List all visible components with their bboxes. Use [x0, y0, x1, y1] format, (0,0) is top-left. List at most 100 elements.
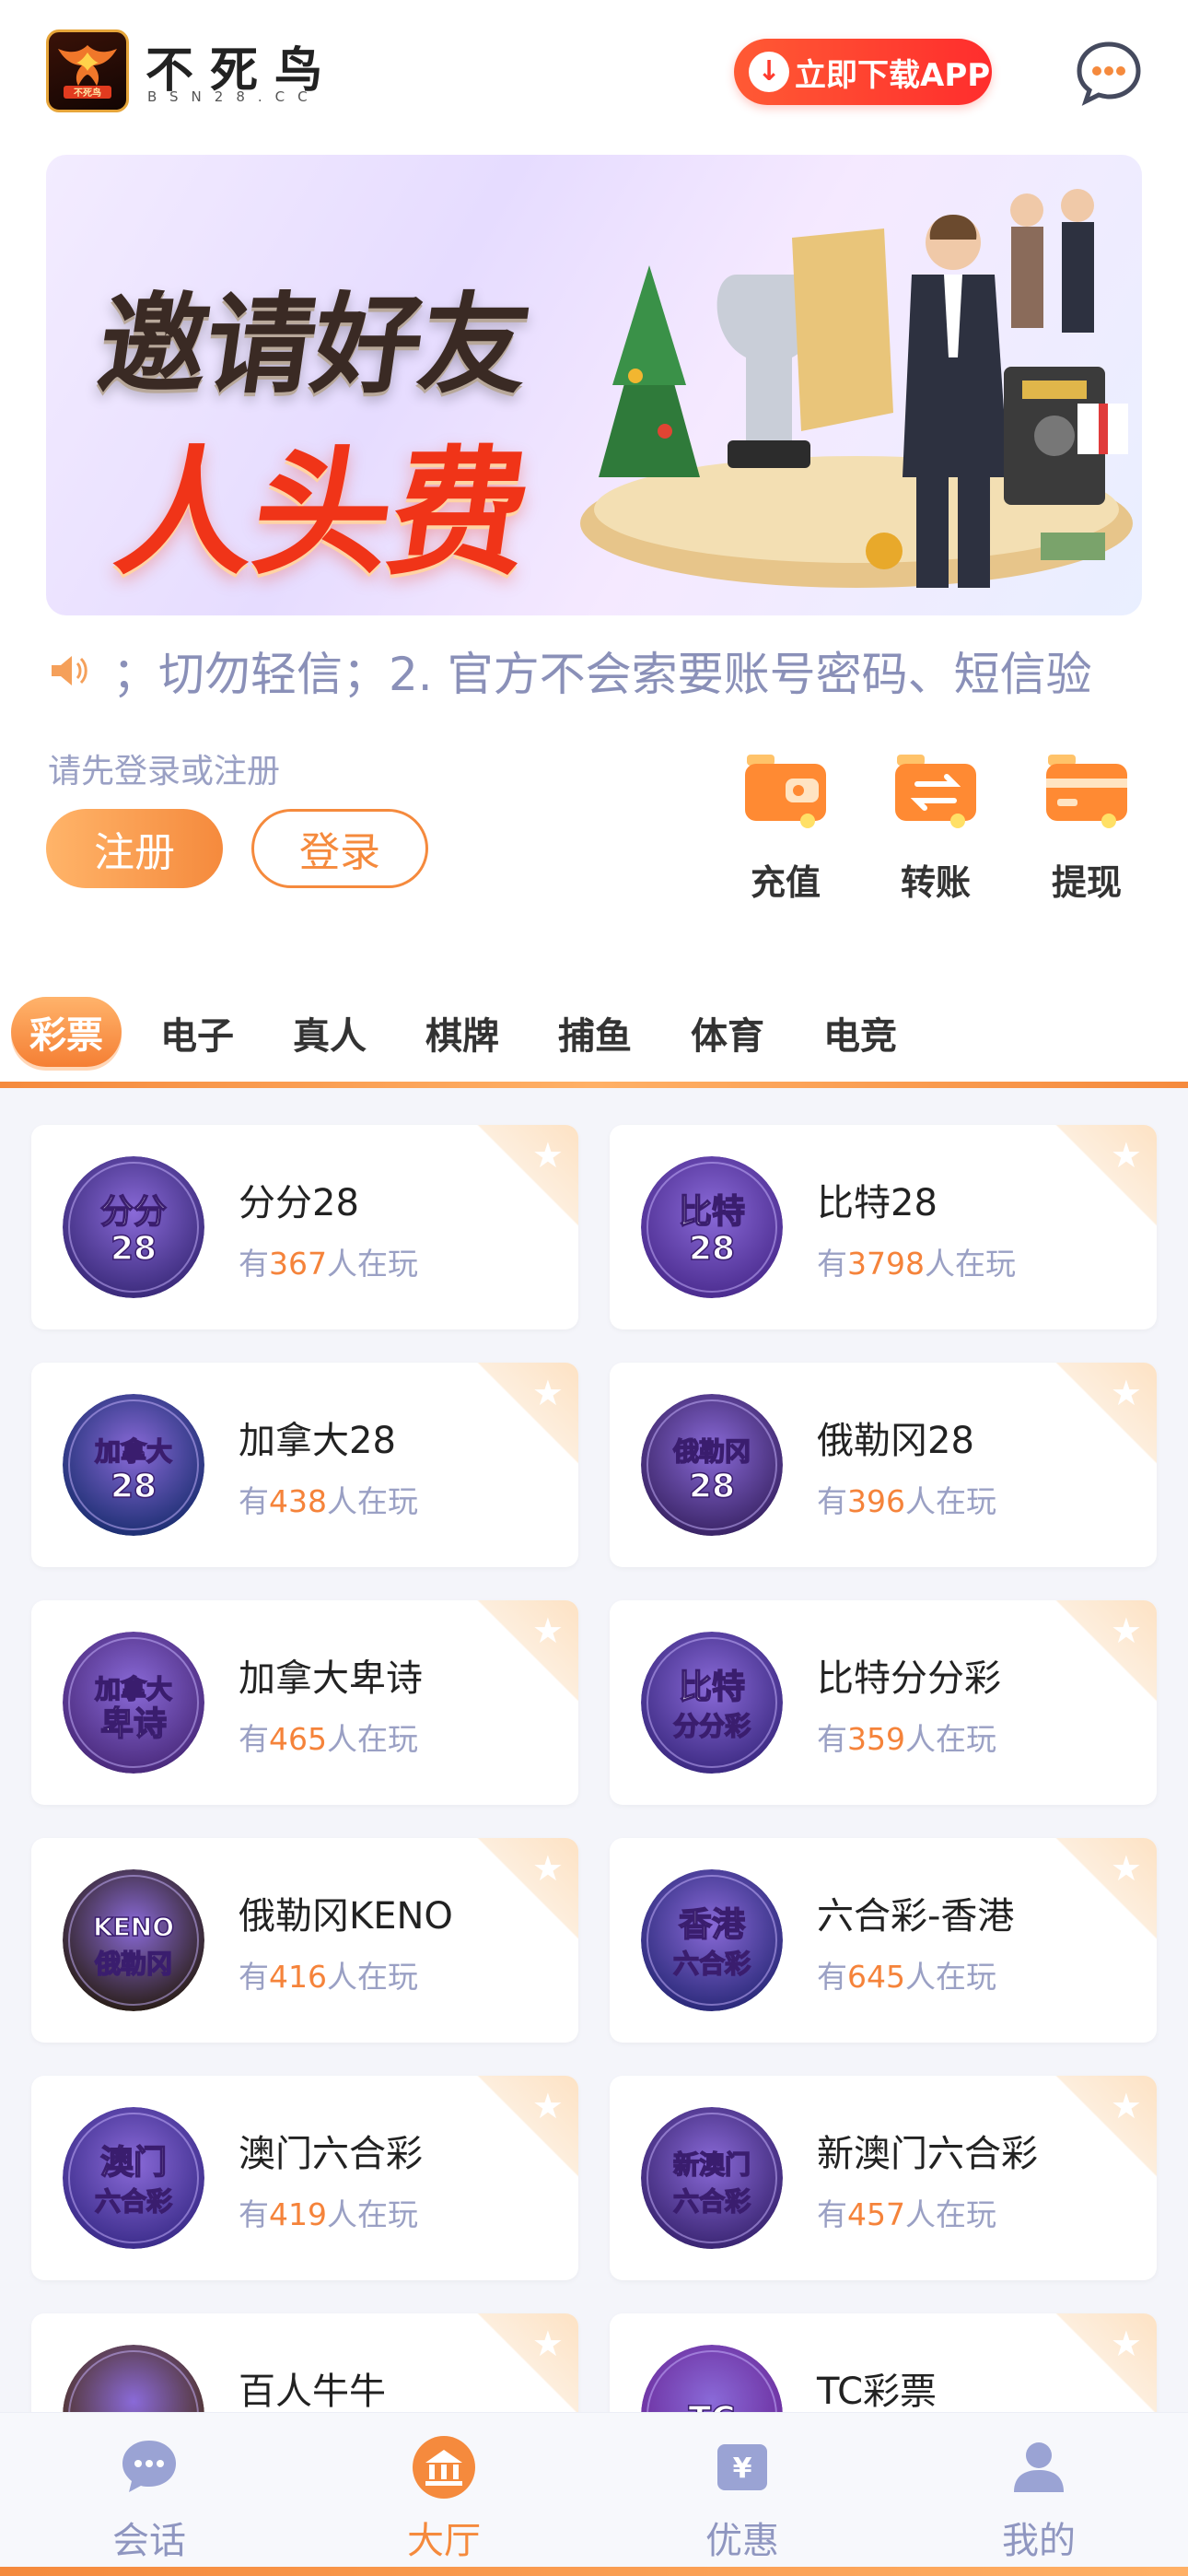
- game-name: 百人牛牛: [239, 2371, 386, 2413]
- game-icon: 加拿大 28: [63, 1394, 204, 1536]
- svg-text:28: 28: [111, 1468, 157, 1505]
- quick-action-deposit[interactable]: 充值: [735, 751, 836, 905]
- player-count-suffix: 人在玩: [327, 2196, 418, 2232]
- svg-text:加拿大: 加拿大: [95, 1674, 172, 1704]
- favorite-star-icon[interactable]: ★: [1111, 2326, 1142, 2361]
- favorite-star-icon[interactable]: ★: [1111, 2089, 1142, 2124]
- player-count-suffix: 人在玩: [327, 1721, 418, 1757]
- svg-text:澳门: 澳门: [100, 2144, 167, 2182]
- game-card[interactable]: ★ 比特 28 比特28 有3798人在玩: [610, 1125, 1157, 1329]
- user-icon: [1014, 2442, 1064, 2492]
- nav-hall[interactable]: 大厅: [370, 2433, 518, 2564]
- svg-text:KENO: KENO: [93, 1912, 174, 1942]
- game-name: 分分28: [239, 1182, 359, 1224]
- promo-banner[interactable]: 邀请好友 人头费: [46, 155, 1142, 615]
- game-name: 俄勒冈28: [817, 1420, 974, 1462]
- favorite-star-icon[interactable]: ★: [1111, 1138, 1142, 1173]
- tab-lottery[interactable]: 彩票: [11, 997, 122, 1067]
- game-icon: 分分 28: [63, 1156, 204, 1298]
- player-count-number: 438: [269, 1483, 327, 1519]
- banner-title: 邀请好友: [90, 281, 537, 408]
- download-app-button[interactable]: ↓ 立即下载APP: [734, 39, 992, 105]
- game-name: 新澳门六合彩: [817, 2133, 1038, 2175]
- game-card[interactable]: ★ 分分 28 分分28 有367人在玩: [31, 1125, 578, 1329]
- game-card[interactable]: ★ 百人牛牛: [31, 2313, 578, 2415]
- brand-logo[interactable]: 不死鸟: [46, 29, 129, 112]
- game-list: ★ 分分 28 分分28 有367人在玩 ★ 比特 28 比特28 有3798人在玩 ★ 加拿大 28 加…: [0, 1088, 1188, 2415]
- favorite-star-icon[interactable]: ★: [532, 1613, 564, 1648]
- card-icon: [1046, 755, 1127, 828]
- game-icon: TC: [641, 2345, 783, 2415]
- phoenix-logo-icon: 不死鸟: [58, 45, 117, 99]
- tab-live[interactable]: 真人: [293, 1006, 367, 1060]
- customer-service-chat-icon[interactable]: [1073, 37, 1145, 109]
- nav-chat[interactable]: 会话: [76, 2433, 223, 2564]
- nav-label: 会话: [112, 2520, 186, 2562]
- player-count-number: 457: [847, 2196, 905, 2232]
- tab-sports[interactable]: 体育: [691, 1006, 764, 1060]
- nav-profile[interactable]: 我的: [965, 2433, 1112, 2564]
- game-card[interactable]: ★ TC TC彩票: [610, 2313, 1157, 2415]
- svg-text:新澳门: 新澳门: [673, 2149, 751, 2180]
- svg-text:分分: 分分: [100, 1193, 167, 1231]
- player-count-number: 416: [269, 1959, 327, 1995]
- svg-text:不死鸟: 不死鸟: [74, 87, 101, 99]
- quick-action-withdraw[interactable]: 提现: [1036, 751, 1137, 905]
- svg-text:28: 28: [689, 1468, 735, 1505]
- player-count-number: 396: [847, 1483, 905, 1519]
- nav-promotions[interactable]: ¥ 优惠: [669, 2433, 816, 2564]
- favorite-star-icon[interactable]: ★: [1111, 1376, 1142, 1411]
- speaker-icon: [52, 655, 87, 685]
- game-name: 加拿大28: [239, 1420, 396, 1462]
- player-count-prefix: 有: [239, 1246, 269, 1282]
- hall-icon: [413, 2436, 475, 2499]
- player-count: 有359人在玩: [817, 1715, 996, 1759]
- category-tabs: 彩票 电子 真人 棋牌 捕鱼 体育 电竞: [0, 986, 1188, 1087]
- favorite-star-icon[interactable]: ★: [1111, 1613, 1142, 1648]
- game-card[interactable]: ★ 香港 六合彩 六合彩-香港 有645人在玩: [610, 1838, 1157, 2043]
- game-name: 比特分分彩: [817, 1657, 1001, 1700]
- svg-text:俄勒冈: 俄勒冈: [94, 1949, 172, 1979]
- game-card[interactable]: ★ 俄勒冈 28 俄勒冈28 有396人在玩: [610, 1363, 1157, 1567]
- svg-text:¥: ¥: [733, 2453, 752, 2485]
- game-card[interactable]: ★ 加拿大 卑诗 加拿大卑诗 有465人在玩: [31, 1600, 578, 1805]
- favorite-star-icon[interactable]: ★: [532, 2326, 564, 2361]
- game-icon: 俄勒冈 28: [641, 1394, 783, 1536]
- login-button[interactable]: 登录: [251, 809, 428, 888]
- game-card[interactable]: ★ 澳门 六合彩 澳门六合彩 有419人在玩: [31, 2076, 578, 2280]
- game-name: TC彩票: [817, 2371, 938, 2413]
- favorite-star-icon[interactable]: ★: [1111, 1851, 1142, 1886]
- tab-fishing[interactable]: 捕鱼: [558, 1006, 632, 1060]
- favorite-star-icon[interactable]: ★: [532, 1138, 564, 1173]
- player-count-prefix: 有: [817, 1246, 847, 1282]
- bottom-navigation: 会话 大厅 ¥ 优惠 我的: [0, 2412, 1188, 2576]
- tab-slots[interactable]: 电子: [160, 1006, 234, 1060]
- game-icon: 比特 分分彩: [641, 1632, 783, 1774]
- game-card[interactable]: ★ KENO 俄勒冈 俄勒冈KENO 有416人在玩: [31, 1838, 578, 2043]
- svg-text:分分彩: 分分彩: [673, 1711, 751, 1741]
- svg-text:28: 28: [111, 1230, 157, 1268]
- player-count: 有396人在玩: [817, 1477, 996, 1521]
- favorite-star-icon[interactable]: ★: [532, 1376, 564, 1411]
- notice-marquee[interactable]: ；切勿轻信；2. 官方不会索要账号密码、短信验: [46, 636, 1142, 705]
- player-count-number: 359: [847, 1721, 905, 1757]
- game-card[interactable]: ★ 比特 分分彩 比特分分彩 有359人在玩: [610, 1600, 1157, 1805]
- tab-cards[interactable]: 棋牌: [425, 1006, 499, 1060]
- player-count: 有416人在玩: [239, 1952, 418, 1996]
- tab-esports[interactable]: 电竞: [823, 1006, 897, 1060]
- register-button[interactable]: 注册: [46, 809, 223, 888]
- app-screen: 不死鸟 不死鸟 BSN28.CC ↓ 立即下载APP 邀请好友 人头费 ；切勿轻…: [0, 0, 1188, 2576]
- nav-label: 我的: [1002, 2520, 1076, 2562]
- game-card[interactable]: ★ 加拿大 28 加拿大28 有438人在玩: [31, 1363, 578, 1567]
- quick-action-transfer[interactable]: 转账: [885, 751, 986, 905]
- player-count-number: 419: [269, 2196, 327, 2232]
- quick-action-label: 提现: [1051, 862, 1122, 903]
- banner-illustration: [580, 189, 1133, 588]
- player-count-suffix: 人在玩: [924, 1246, 1016, 1282]
- favorite-star-icon[interactable]: ★: [532, 1851, 564, 1886]
- player-count-suffix: 人在玩: [905, 1721, 996, 1757]
- player-count-suffix: 人在玩: [327, 1959, 418, 1995]
- game-card[interactable]: ★ 新澳门 六合彩 新澳门六合彩 有457人在玩: [610, 2076, 1157, 2280]
- game-icon: 澳门 六合彩: [63, 2107, 204, 2249]
- favorite-star-icon[interactable]: ★: [532, 2089, 564, 2124]
